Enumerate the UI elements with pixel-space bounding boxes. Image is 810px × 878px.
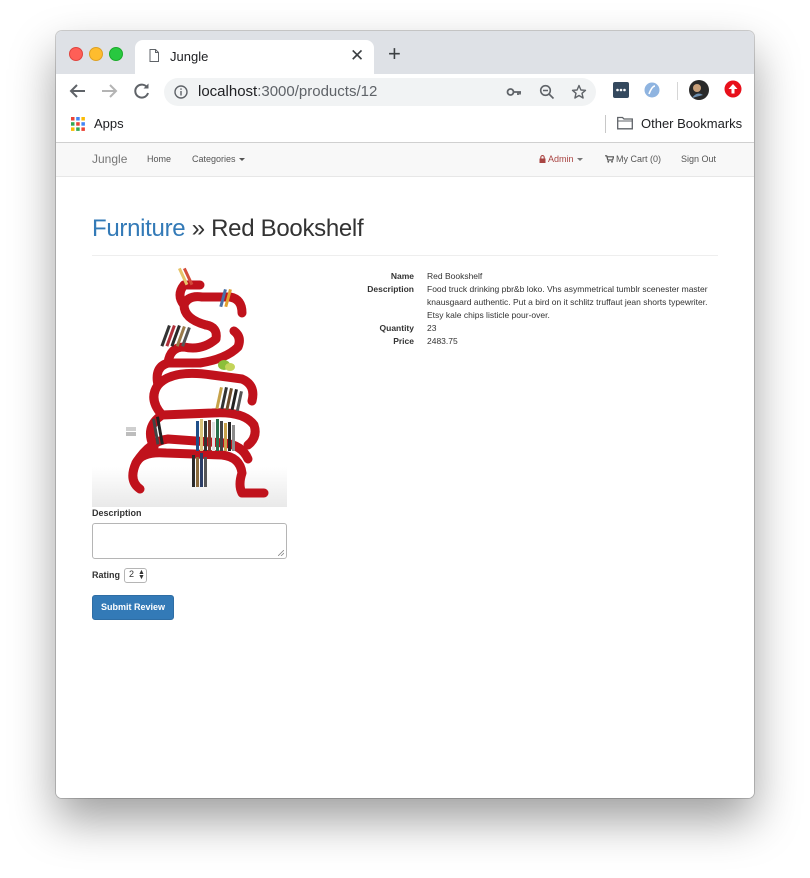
forward-arrow-icon[interactable] bbox=[98, 80, 120, 102]
page-title: Furniture » Red Bookshelf bbox=[92, 215, 364, 243]
apps-bookmark[interactable]: Apps bbox=[94, 116, 124, 131]
toolbar-separator bbox=[677, 82, 678, 100]
close-icon[interactable]: ✕ bbox=[350, 46, 364, 66]
star-icon[interactable] bbox=[571, 84, 587, 100]
browser-toolbar: localhost:3000/products/12 bbox=[56, 74, 754, 111]
category-link[interactable]: Furniture bbox=[92, 215, 186, 242]
close-window-button[interactable] bbox=[69, 47, 83, 61]
address-bar[interactable]: localhost:3000/products/12 bbox=[164, 78, 596, 106]
extension-dots-icon[interactable] bbox=[613, 82, 629, 98]
caret-down-icon bbox=[576, 158, 583, 162]
nav-categories-label: Categories bbox=[192, 154, 236, 164]
product-image bbox=[92, 267, 287, 507]
product-title: Red Bookshelf bbox=[211, 215, 364, 242]
nav-categories-dropdown[interactable]: Categories bbox=[192, 154, 245, 164]
info-icon[interactable] bbox=[174, 85, 188, 99]
lock-icon bbox=[539, 155, 546, 163]
rating-select[interactable]: 2 ▲ ▼ bbox=[124, 568, 147, 583]
detail-label: Price bbox=[393, 336, 414, 346]
url-path: :3000/products/12 bbox=[257, 83, 378, 100]
nav-home[interactable]: Home bbox=[147, 154, 171, 164]
product-details: Name Red Bookshelf Description Food truck d… bbox=[326, 270, 716, 348]
detail-row-price: Price 2483.75 bbox=[326, 335, 716, 348]
folder-icon bbox=[617, 116, 633, 130]
zoom-window-button[interactable] bbox=[109, 47, 123, 61]
key-icon[interactable] bbox=[506, 84, 522, 100]
detail-label: Description bbox=[367, 284, 414, 294]
detail-row-quantity: Quantity 23 bbox=[326, 322, 716, 335]
rating-value: 2 bbox=[129, 569, 135, 579]
title-separator: » bbox=[185, 215, 212, 242]
detail-row-name: Name Red Bookshelf bbox=[326, 270, 716, 283]
detail-value: Food truck drinking pbr&b loko. Vhs asym… bbox=[427, 284, 708, 320]
cart-icon bbox=[605, 155, 615, 163]
nav-admin-label: Admin bbox=[548, 154, 574, 164]
back-arrow-icon[interactable] bbox=[67, 80, 89, 102]
submit-review-button[interactable]: Submit Review bbox=[92, 595, 174, 620]
profile-avatar-icon[interactable] bbox=[689, 80, 709, 100]
detail-row-description: Description Food truck drinking pbr&b lok… bbox=[326, 283, 716, 322]
detail-value: 23 bbox=[427, 323, 437, 333]
title-divider bbox=[92, 255, 718, 256]
detail-value: 2483.75 bbox=[427, 336, 458, 346]
reload-icon[interactable] bbox=[131, 80, 153, 102]
detail-value: Red Bookshelf bbox=[427, 271, 483, 281]
tab-jungle[interactable]: Jungle ✕ bbox=[135, 40, 374, 74]
bookmarks-separator bbox=[605, 115, 606, 133]
site-navbar: Jungle Home Categories Admin My Cart (0)… bbox=[56, 143, 754, 177]
nav-cart[interactable]: My Cart (0) bbox=[605, 154, 661, 164]
url-text[interactable]: localhost:3000/products/12 bbox=[198, 83, 377, 100]
review-description-field[interactable] bbox=[92, 523, 287, 559]
tab-strip: Jungle ✕ + bbox=[56, 31, 754, 74]
rating-label: Rating bbox=[92, 570, 120, 580]
extension-globe-icon[interactable] bbox=[644, 82, 660, 98]
nav-admin-dropdown[interactable]: Admin bbox=[539, 154, 583, 164]
tab-title: Jungle bbox=[170, 49, 209, 64]
caret-down-icon bbox=[238, 158, 245, 162]
nav-signout[interactable]: Sign Out bbox=[681, 154, 716, 164]
nav-cart-label: My Cart (0) bbox=[616, 154, 661, 164]
brand-link[interactable]: Jungle bbox=[92, 152, 127, 166]
apps-grid-icon[interactable] bbox=[71, 117, 85, 131]
zoom-out-icon[interactable] bbox=[539, 84, 555, 100]
description-label: Description bbox=[92, 508, 142, 518]
new-tab-button[interactable]: + bbox=[388, 43, 401, 65]
browser-window: Jungle ✕ + localhost:3000/products/12 Ap… bbox=[56, 31, 754, 798]
bookmarks-bar: Apps Other Bookmarks bbox=[56, 111, 754, 143]
select-arrows-icon: ▲ ▼ bbox=[138, 569, 145, 581]
url-host: localhost bbox=[198, 83, 258, 100]
upload-extension-icon[interactable] bbox=[724, 80, 742, 98]
document-icon bbox=[149, 49, 159, 62]
resize-handle-icon[interactable] bbox=[278, 550, 284, 556]
detail-label: Name bbox=[390, 271, 414, 281]
page-content: Jungle Home Categories Admin My Cart (0)… bbox=[56, 143, 754, 798]
minimize-window-button[interactable] bbox=[89, 47, 103, 61]
other-bookmarks[interactable]: Other Bookmarks bbox=[641, 116, 742, 131]
detail-label: Quantity bbox=[379, 323, 414, 333]
